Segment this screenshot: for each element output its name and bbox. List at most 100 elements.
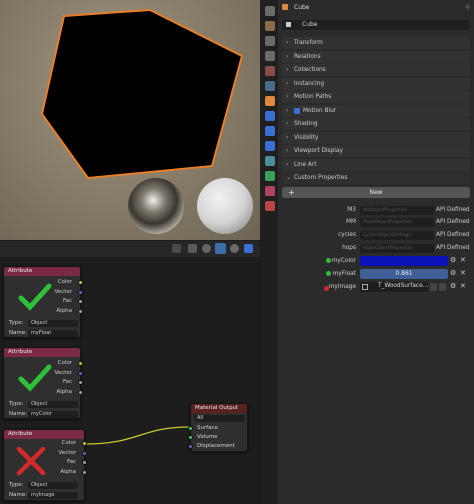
vector-socket[interactable]	[78, 290, 83, 295]
object-name-field[interactable]: Cube	[282, 20, 470, 30]
prop-api-label: API Defined	[436, 232, 470, 238]
object-tab-icon[interactable]	[265, 96, 275, 106]
type-label: Type:	[9, 482, 24, 488]
alpha-socket[interactable]	[78, 309, 83, 314]
fac-socket[interactable]	[82, 460, 87, 465]
pin-icon[interactable]	[172, 244, 181, 253]
viewport-scene	[40, 8, 253, 234]
color-socket[interactable]	[78, 280, 83, 285]
output-alpha: Alpha	[56, 308, 72, 314]
attribute-node-2[interactable]: Attribute Color Vector Fac Alpha Type: O…	[3, 347, 83, 419]
pin-node-tree-icon[interactable]	[244, 244, 253, 253]
color-socket[interactable]	[82, 441, 87, 446]
prop-field: M3ObjectProperties	[360, 206, 434, 215]
fac-socket[interactable]	[78, 380, 83, 385]
mycolor-swatch[interactable]	[360, 256, 448, 266]
surface-socket[interactable]	[188, 426, 193, 431]
panel-visibility[interactable]: › Visibility	[282, 132, 470, 144]
vector-socket[interactable]	[82, 451, 87, 456]
scene-tab-icon[interactable]	[265, 66, 275, 76]
input-surface: Surface	[197, 425, 218, 431]
delete-icon[interactable]: ✕	[460, 283, 467, 290]
panel-collections[interactable]: › Collections	[282, 64, 470, 76]
constraints-tab-icon[interactable]	[265, 156, 275, 166]
snap-icon[interactable]	[202, 244, 211, 253]
output-color: Color	[61, 440, 76, 446]
gear-icon[interactable]: ⚙	[450, 283, 457, 290]
alpha-socket[interactable]	[82, 470, 87, 475]
name-field[interactable]: myFloat	[28, 330, 78, 337]
modifier-tab-icon[interactable]	[265, 111, 275, 121]
motion-blur-checkbox[interactable]	[294, 108, 300, 114]
input-volume: Volume	[197, 434, 218, 440]
object-name-value: Cube	[302, 21, 318, 28]
shield-icon[interactable]	[430, 283, 437, 291]
prop-api-label: API Defined	[436, 219, 470, 225]
gear-icon[interactable]: ⚙	[450, 257, 457, 264]
alpha-socket[interactable]	[78, 390, 83, 395]
physics-tab-icon[interactable]	[265, 141, 275, 151]
texture-tab-icon[interactable]	[265, 201, 275, 211]
panel-motion-paths[interactable]: › Motion Paths	[282, 91, 470, 103]
overlay-icon[interactable]	[188, 244, 197, 253]
delete-icon[interactable]: ✕	[460, 257, 467, 264]
panel-motion-blur[interactable]: › Motion Blur	[282, 105, 470, 117]
tool-tab-icon[interactable]	[265, 6, 275, 16]
output-color: Color	[57, 279, 72, 285]
panel-line-art[interactable]: › Line Art	[282, 159, 470, 171]
volume-socket[interactable]	[188, 435, 193, 440]
3d-viewport[interactable]	[0, 0, 260, 240]
myfloat-label: myFloat	[332, 271, 356, 277]
data-tab-icon[interactable]	[265, 171, 275, 181]
sphere-preview-icon[interactable]	[230, 244, 239, 253]
fac-socket[interactable]	[78, 299, 83, 304]
output-alpha: Alpha	[60, 469, 76, 475]
name-label: Name:	[9, 492, 28, 498]
material-slot-icon[interactable]	[215, 243, 226, 254]
myimage-field[interactable]: T_WoodSurface...	[360, 282, 428, 292]
panel-relations[interactable]: › Relations	[282, 51, 470, 63]
world-tab-icon[interactable]	[265, 81, 275, 91]
vector-socket[interactable]	[78, 371, 83, 376]
type-dropdown[interactable]: Object	[28, 482, 78, 489]
input-displacement: Displacement	[197, 443, 235, 449]
view-layer-tab-icon[interactable]	[265, 51, 275, 61]
gear-icon[interactable]: ⚙	[450, 270, 457, 277]
type-dropdown[interactable]: Object	[28, 401, 78, 408]
attribute-node-3[interactable]: Attribute Color Vector Fac Alpha Type: O…	[3, 429, 87, 501]
material-tab-icon[interactable]	[265, 186, 275, 196]
displacement-socket[interactable]	[188, 444, 193, 449]
type-dropdown[interactable]: Object	[28, 320, 78, 327]
target-dropdown[interactable]: All	[194, 415, 245, 422]
panel-custom-properties[interactable]: ⌄ Custom Properties	[282, 172, 470, 184]
matte-sphere-preview	[197, 178, 253, 234]
mycolor-label: myColor	[331, 258, 356, 264]
color-socket[interactable]	[78, 361, 83, 366]
prop-name: MM	[345, 219, 356, 225]
pin-icon[interactable]: ⚲	[466, 4, 470, 11]
output-vector: Vector	[54, 289, 72, 295]
particles-tab-icon[interactable]	[265, 126, 275, 136]
node-title: Attribute	[4, 348, 80, 357]
name-label: Name:	[9, 411, 28, 417]
prop-field: CyclesObjectSettings	[360, 231, 434, 240]
output-tab-icon[interactable]	[265, 36, 275, 46]
new-property-button[interactable]: + New	[282, 187, 470, 198]
delete-icon[interactable]: ✕	[460, 270, 467, 277]
panel-transform[interactable]: › Transform	[282, 37, 470, 49]
browse-icon[interactable]	[439, 283, 446, 291]
material-output-node[interactable]: Material Output All Surface Volume Displ…	[188, 403, 248, 452]
name-field[interactable]: myColor	[28, 411, 78, 418]
myfloat-slider[interactable]: 0.861	[360, 269, 448, 279]
image-icon	[362, 284, 368, 290]
panel-shading[interactable]: › Shading	[282, 118, 470, 130]
name-field[interactable]: myImage	[28, 492, 78, 499]
panel-instancing[interactable]: › Instancing	[282, 78, 470, 90]
output-fac: Fac	[66, 459, 76, 465]
attribute-node-1[interactable]: Attribute Color Vector Fac Alpha Type: O…	[3, 266, 83, 338]
shader-node-editor[interactable]: Attribute Color Vector Fac Alpha Type: O…	[0, 257, 260, 504]
chrome-sphere-preview	[128, 178, 184, 234]
render-tab-icon[interactable]	[265, 21, 275, 31]
panel-viewport-display[interactable]: › Viewport Display	[282, 145, 470, 157]
node-editor-header	[0, 241, 260, 257]
